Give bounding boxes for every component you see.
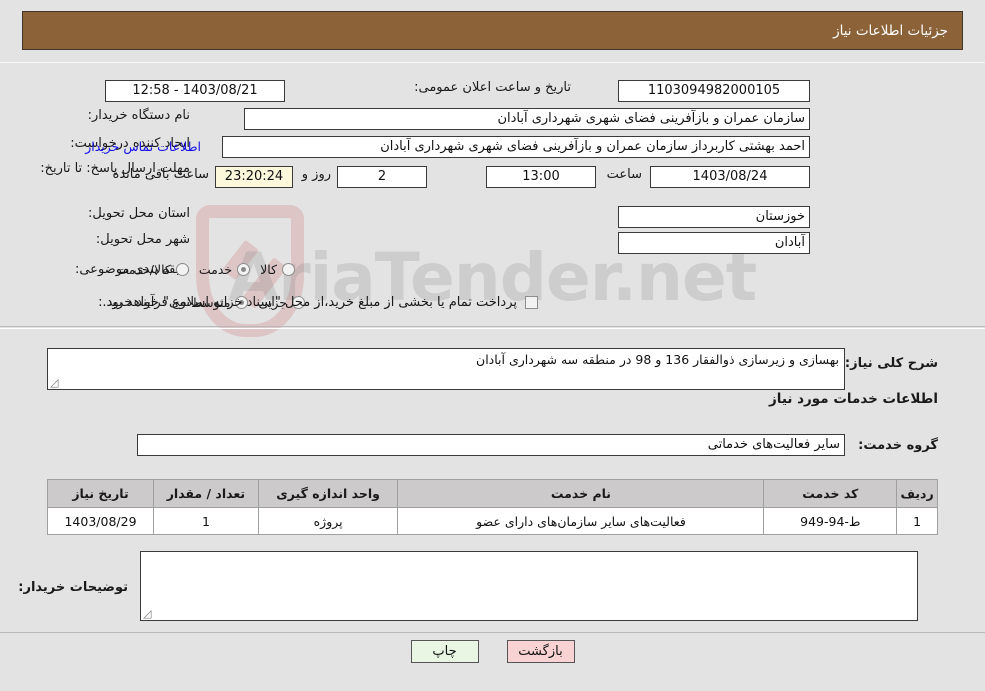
city-value[interactable]: آبادان (618, 232, 810, 254)
category-radio-khedmat[interactable] (237, 263, 251, 276)
services-heading: اطلاعات خدمات مورد نیاز (768, 391, 938, 407)
remaining-suffix-label: ساعت باقی مانده (112, 167, 209, 182)
need-number-value[interactable]: 1103094982000105 (618, 80, 810, 102)
category-radio-group: کالا خدمت کالا/خدمت (106, 262, 295, 277)
treasury-checkbox-row: پرداخت تمام یا بخشی از مبلغ خرید،از محل … (102, 295, 538, 310)
table-header-row: ردیف کد خدمت نام خدمت واحد اندازه گیری ت… (46, 479, 938, 508)
announce-datetime-label: تاریخ و ساعت اعلان عمومی: (414, 80, 571, 95)
category-label-khedmat: خدمت (198, 262, 233, 277)
deadline-date-value[interactable]: 1403/08/24 (650, 166, 810, 188)
city-row: شهر محل تحویل: (96, 232, 190, 247)
back-button[interactable]: بازگشت (506, 640, 575, 663)
treasury-checkbox-label: پرداخت تمام یا بخشی از مبلغ خرید،از محل … (102, 295, 517, 310)
th-service-name: نام خدمت (397, 479, 765, 508)
province-value[interactable]: خوزستان (618, 206, 810, 228)
need-desc-value: بهسازی و زیرسازی ذوالفقار 136 و 98 در من… (476, 352, 839, 367)
province-row: استان محل تحویل: (88, 206, 190, 221)
cell-service-code: ط-94-949 (763, 507, 898, 535)
cell-row-no: 1 (896, 507, 938, 535)
need-desc-label: شرح کلی نیاز: (844, 356, 938, 371)
service-group-label: گروه خدمت: (858, 438, 938, 453)
buyer-org-label: نام دستگاه خریدار: (87, 108, 190, 123)
buyer-contact-link[interactable]: اطلاعات تماس خریدار (85, 139, 201, 154)
resize-grip-icon[interactable]: ◺ (143, 607, 154, 620)
print-button[interactable]: چاپ (410, 640, 479, 663)
announce-datetime-label-wrap: تاریخ و ساعت اعلان عمومی: (414, 80, 571, 95)
category-radio-kala[interactable] (282, 263, 295, 276)
buyer-org-row: نام دستگاه خریدار: (88, 108, 190, 123)
th-service-code: کد خدمت (763, 479, 898, 508)
services-table: ردیف کد خدمت نام خدمت واحد اندازه گیری ت… (46, 479, 938, 535)
footer-buttons: بازگشت چاپ (0, 640, 985, 663)
remaining-days-label: روز و (301, 167, 331, 182)
service-group-value[interactable]: سایر فعالیت‌های خدماتی (137, 434, 845, 456)
creator-value[interactable]: احمد بهشتی کاربرداز سازمان عمران و بازآف… (222, 136, 810, 158)
treasury-checkbox[interactable] (525, 296, 538, 309)
city-label: شهر محل تحویل: (95, 232, 190, 247)
deadline-hour-label: ساعت (606, 167, 642, 182)
table-row: 1 ط-94-949 فعالیت‌های سایر سازمان‌های دا… (46, 507, 938, 535)
buyer-notes-textarea[interactable]: ◺ (140, 551, 918, 621)
th-unit: واحد اندازه گیری (257, 479, 399, 508)
th-row-no: ردیف (896, 479, 938, 508)
th-quantity: تعداد / مقدار (153, 479, 259, 508)
cell-unit: پروژه (257, 507, 399, 535)
th-need-date: تاریخ نیاز (46, 479, 155, 508)
buyer-notes-label: توضیحات خریدار: (18, 580, 128, 595)
page-title: جزئیات اطلاعات نیاز (833, 22, 948, 39)
deadline-hour-value[interactable]: 13:00 (486, 166, 596, 188)
category-label-kala: کالا (260, 262, 277, 277)
announce-datetime-value[interactable]: 1403/08/21 - 12:58 (105, 80, 285, 102)
remaining-time-value[interactable]: 23:20:24 (215, 166, 293, 188)
remaining-days-value[interactable]: 2 (337, 166, 427, 188)
cell-service-name: فعالیت‌های سایر سازمان‌های دارای عضو (397, 507, 765, 535)
province-label: استان محل تحویل: (88, 206, 190, 221)
buyer-org-value[interactable]: سازمان عمران و بازآفرینی فضای شهری شهردا… (244, 108, 810, 130)
resize-grip-icon[interactable]: ◺ (50, 376, 61, 389)
category-label-kala-khedmat: کالا/خدمت (116, 262, 171, 277)
page-header: جزئیات اطلاعات نیاز (22, 11, 963, 50)
need-desc-textarea[interactable]: بهسازی و زیرسازی ذوالفقار 136 و 98 در من… (47, 348, 845, 390)
category-radio-kala-khedmat[interactable] (175, 263, 189, 276)
cell-quantity: 1 (153, 507, 259, 535)
cell-need-date: 1403/08/29 (46, 507, 155, 535)
